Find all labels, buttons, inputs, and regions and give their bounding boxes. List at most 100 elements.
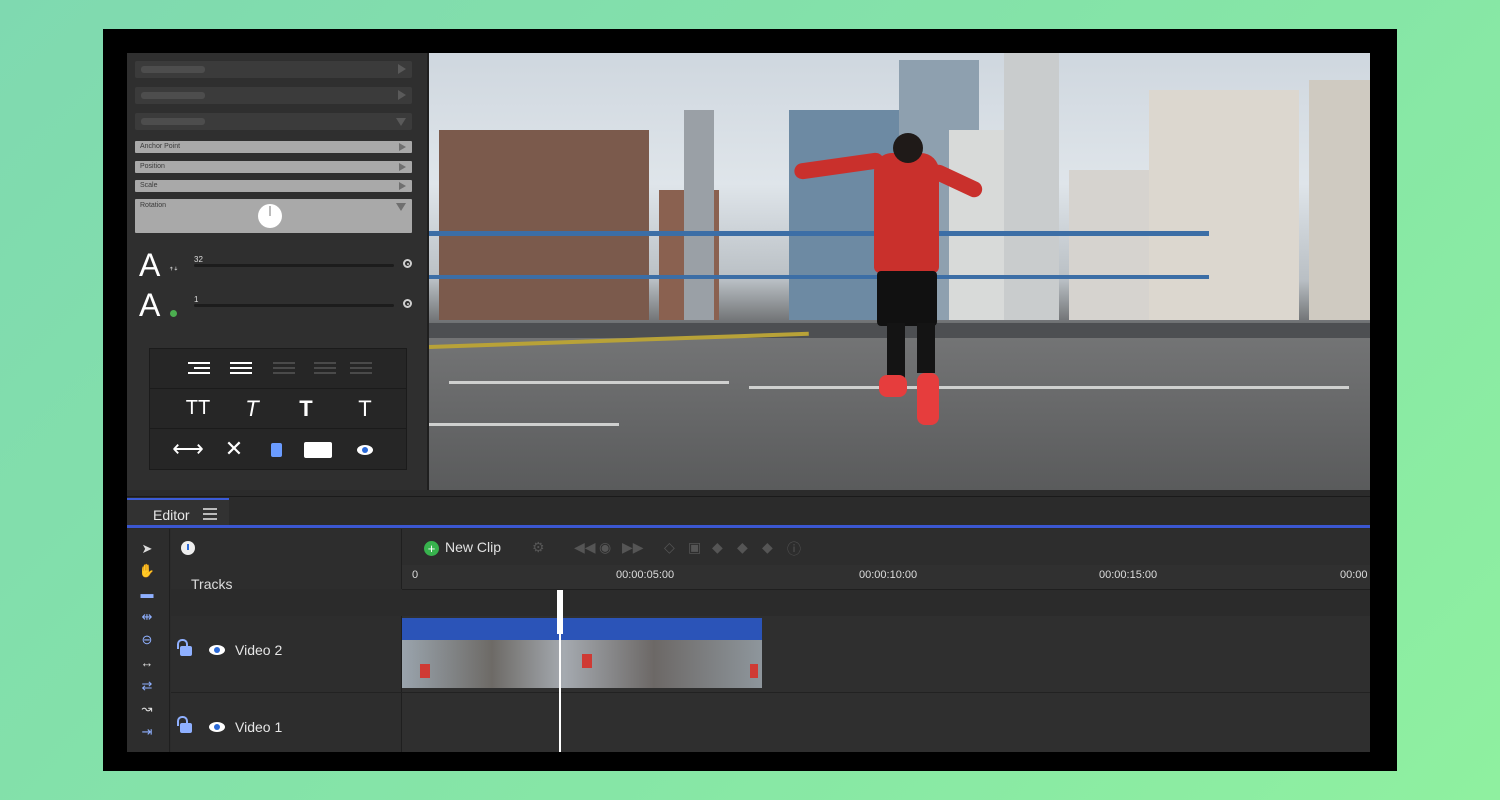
white-tower	[1004, 53, 1059, 320]
keyframe-icon[interactable]: ▣	[688, 539, 701, 556]
person-shoe	[917, 373, 939, 425]
info-icon[interactable]: ⓘ	[787, 539, 801, 559]
section-2-label	[141, 92, 205, 99]
text-tools-grid: TT T T T ⟷ ✕	[149, 348, 407, 470]
font-size-slider-handle[interactable]	[403, 259, 412, 268]
person-torso	[874, 153, 939, 273]
thumbnail-person	[420, 664, 430, 678]
curve-icon[interactable]: ↝	[137, 701, 157, 717]
collapsed-section-2[interactable]	[135, 87, 412, 104]
accent-divider	[127, 525, 1370, 528]
split-icon[interactable]: ⇄	[137, 678, 157, 694]
rectangle-icon[interactable]	[298, 429, 338, 468]
rotation-row: Rotation	[135, 199, 412, 233]
properties-panel: Anchor Point Position Scale Rotation A ꜛ…	[127, 53, 429, 490]
hand-icon[interactable]: ✋	[137, 563, 157, 579]
close-icon[interactable]: ✕	[214, 429, 254, 468]
position-label: Position	[140, 163, 165, 170]
playhead[interactable]	[559, 590, 561, 752]
office-tower-2	[1309, 80, 1370, 320]
lane-marking	[429, 423, 619, 426]
ripple-icon[interactable]: ⇹	[137, 609, 157, 625]
roll-icon[interactable]: ⊖	[137, 632, 157, 648]
lock-icon[interactable]	[177, 639, 192, 656]
font-weight-slider-handle[interactable]	[403, 299, 412, 308]
new-clip-button[interactable]: + New Clip	[424, 539, 501, 556]
keyframe-add-icon[interactable]: ◆	[712, 539, 723, 556]
settings-icon[interactable]: ⚙	[532, 539, 545, 556]
align-left-icon[interactable]	[263, 349, 303, 388]
track-header: Video 2	[171, 616, 402, 692]
object-tools-row: ⟷ ✕	[150, 429, 406, 468]
app-frame: Anchor Point Position Scale Rotation A ꜛ…	[103, 29, 1397, 771]
trash-icon[interactable]	[256, 429, 296, 468]
eye-icon[interactable]	[209, 722, 225, 732]
tracks-label: Tracks	[191, 576, 233, 592]
expand-arrow-icon	[399, 163, 406, 171]
timeline-toolbar: + New Clip ⚙ ◀◀ ◉ ▶▶ ◇ ▣ ◆ ◆ ◆ ⓘ	[402, 529, 1370, 565]
align-center-icon[interactable]	[220, 349, 260, 388]
track-lane[interactable]	[402, 693, 1370, 752]
italic-icon[interactable]: T	[232, 389, 272, 428]
expanded-section-transform[interactable]	[135, 113, 412, 130]
video-clip-header[interactable]	[402, 618, 762, 640]
person-leg	[887, 323, 905, 383]
ruler-tick: 00:00:05:00	[616, 569, 675, 581]
hamburger-menu-icon[interactable]	[203, 508, 217, 523]
stretch-arrows-icon[interactable]: ⟷	[168, 429, 208, 468]
video-preview[interactable]	[429, 53, 1370, 490]
bold-icon[interactable]: T	[286, 389, 326, 428]
collapse-arrow-icon[interactable]	[396, 203, 406, 211]
justify-icon[interactable]	[304, 349, 344, 388]
ruler-tick: 00:00:10:00	[859, 569, 918, 581]
slip-icon[interactable]: ▬	[137, 586, 157, 602]
section-3-label	[141, 118, 205, 125]
building	[1069, 170, 1159, 320]
track-name: Video 1	[235, 719, 283, 735]
align-right-icon[interactable]	[178, 349, 218, 388]
person-shoe	[879, 375, 907, 397]
font-size-sub-icon: ꜛꜜ	[169, 267, 178, 277]
small-caps-icon[interactable]: TT	[178, 389, 218, 428]
person-leg	[917, 323, 935, 373]
timeline-tools: ➤ ✋ ▬ ⇹ ⊖ ↔ ⇄ ↝ ⇥	[127, 529, 170, 752]
track-lane[interactable]	[402, 616, 1370, 692]
stretch-icon[interactable]: ↔	[137, 655, 157, 671]
tab-editor[interactable]: Editor	[127, 498, 229, 526]
section-1-label	[141, 66, 205, 73]
font-size-slider-track[interactable]	[194, 264, 394, 267]
fast-forward-icon[interactable]: ▶▶	[622, 539, 644, 556]
clock-icon[interactable]	[181, 541, 195, 555]
timeline-ruler[interactable]: 0 00:00:05:00 00:00:10:00 00:00:15:00 00…	[402, 565, 1370, 590]
keyframe-prev-icon[interactable]: ◇	[664, 539, 675, 556]
rewind-icon[interactable]: ◀◀	[574, 539, 596, 556]
font-weight-icon: A	[139, 287, 161, 323]
eye-icon[interactable]	[345, 429, 385, 468]
justify-all-icon[interactable]	[340, 349, 380, 388]
anchor-point-row[interactable]: Anchor Point	[135, 141, 412, 153]
export-icon[interactable]: ⇥	[137, 724, 157, 740]
record-icon[interactable]: ◉	[599, 539, 611, 556]
keyframe-remove-icon[interactable]: ◆	[737, 539, 748, 556]
font-size-icon: A	[139, 247, 161, 283]
collapsed-section-1[interactable]	[135, 61, 412, 78]
thumbnail-person	[750, 664, 758, 678]
tracks-header: Tracks	[171, 529, 402, 592]
video-clip-thumbnails[interactable]	[402, 640, 762, 688]
font-weight-value: 1	[194, 295, 199, 304]
text-icon[interactable]: T	[345, 389, 385, 428]
font-size-value: 32	[194, 255, 203, 264]
lock-icon[interactable]	[177, 716, 192, 733]
select-pointer-icon[interactable]: ➤	[137, 541, 157, 557]
font-weight-slider-track[interactable]	[194, 304, 394, 307]
track-header: Video 1	[171, 693, 402, 752]
person-head	[893, 133, 923, 163]
eye-icon[interactable]	[209, 645, 225, 655]
keyframe-next-icon[interactable]: ◆	[762, 539, 773, 556]
scale-row[interactable]: Scale	[135, 180, 412, 192]
editor-tab-label: Editor	[153, 507, 190, 523]
position-row[interactable]: Position	[135, 161, 412, 173]
track-row-video-1: Video 1	[171, 693, 1370, 752]
font-size-control: A ꜛꜜ 32	[139, 248, 414, 282]
rotation-knob[interactable]	[258, 204, 282, 228]
